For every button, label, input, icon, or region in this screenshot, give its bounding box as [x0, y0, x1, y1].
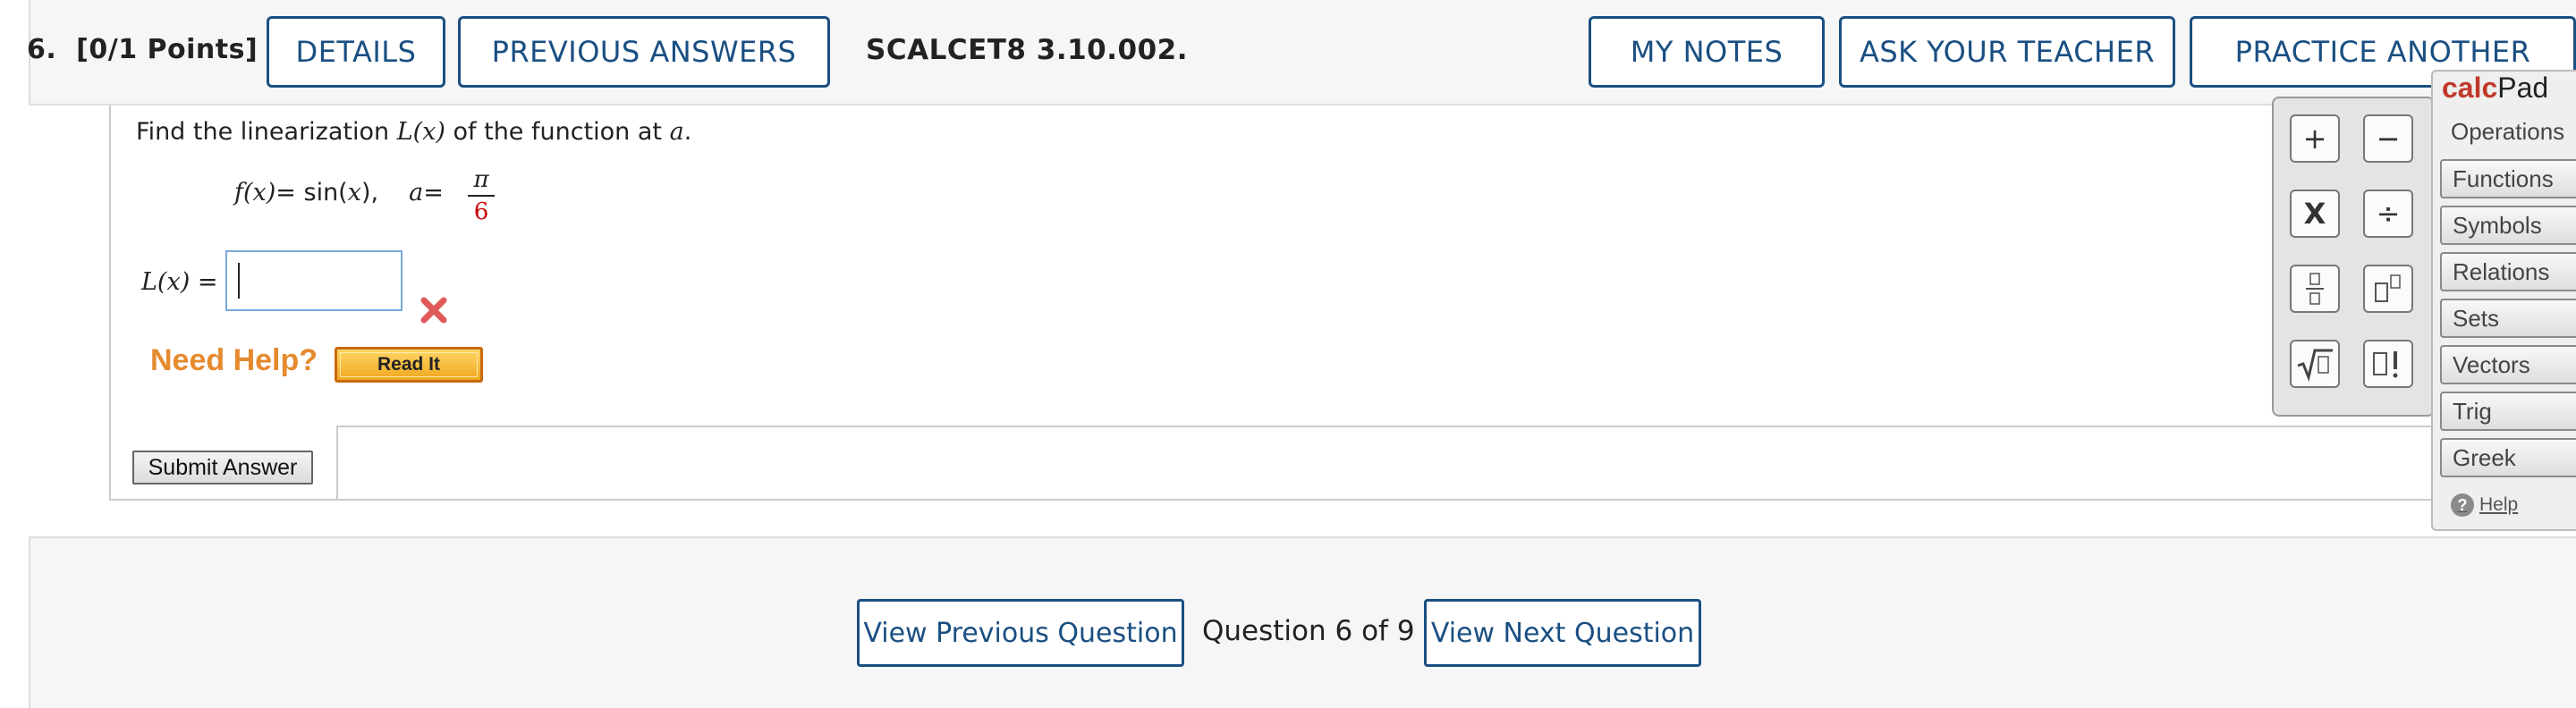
a-value-fraction: π 6 — [465, 166, 497, 225]
question-body — [109, 105, 2435, 501]
sqrt-icon — [2297, 349, 2333, 382]
sqrt-key[interactable] — [2290, 340, 2340, 388]
fraction-icon — [2306, 273, 2324, 305]
divider — [336, 426, 338, 501]
calcpad-help-link[interactable]: ? Help — [2451, 493, 2518, 517]
exponent-icon — [2375, 274, 2401, 302]
multiply-key[interactable]: X — [2290, 190, 2340, 238]
minus-key[interactable]: − — [2363, 114, 2413, 163]
answer-input[interactable] — [225, 250, 402, 311]
divide-key[interactable]: ÷ — [2363, 190, 2413, 238]
fraction-bar — [468, 195, 495, 197]
text-caret — [238, 263, 240, 299]
calcpad-tab-vectors[interactable]: Vectors — [2440, 345, 2576, 384]
submit-answer-button[interactable]: Submit Answer — [132, 451, 313, 485]
divider — [338, 426, 2485, 427]
factorial-key[interactable] — [2363, 340, 2413, 388]
calcpad-tab-greek[interactable]: Greek — [2440, 438, 2576, 477]
fraction-numerator: π — [473, 166, 489, 193]
calcpad-tab-functions[interactable]: Functions — [2440, 159, 2576, 198]
ask-teacher-button[interactable]: ASK YOUR TEACHER — [1839, 16, 2175, 88]
details-button[interactable]: DETAILS — [267, 16, 445, 88]
question-code: SCALCET8 3.10.002. — [866, 34, 1189, 66]
answer-label: L(x) = — [141, 268, 218, 296]
function-definition: f(x) = sin(x), a = — [234, 179, 444, 206]
points-label: [0/1 Points] — [76, 34, 258, 65]
factorial-icon — [2373, 351, 2398, 378]
calcpad-tab-relations[interactable]: Relations — [2440, 252, 2576, 291]
question-counter: Question 6 of 9 — [1202, 615, 1415, 647]
fraction-denominator: 6 — [473, 198, 489, 225]
view-previous-question-button[interactable]: View Previous Question — [857, 599, 1184, 667]
calcpad-tab-symbols[interactable]: Symbols — [2440, 206, 2576, 245]
question-prompt: Find the linearization L(x) of the funct… — [136, 118, 692, 146]
calcpad-tab-sets[interactable]: Sets — [2440, 299, 2576, 338]
read-it-button[interactable]: Read It — [335, 347, 483, 383]
calcpad-keypad: + − X ÷ — [2272, 97, 2435, 417]
view-next-question-button[interactable]: View Next Question — [1424, 599, 1701, 667]
incorrect-x-icon — [420, 297, 447, 324]
help-icon: ? — [2451, 493, 2474, 517]
plus-key[interactable]: + — [2290, 114, 2340, 163]
need-help-label: Need Help? — [150, 343, 318, 377]
calcpad-title: calcPad — [2442, 72, 2549, 104]
previous-answers-button[interactable]: PREVIOUS ANSWERS — [458, 16, 830, 88]
my-notes-button[interactable]: MY NOTES — [1589, 16, 1825, 88]
question-number: 6. [0/1 Points] — [27, 34, 258, 65]
fraction-key[interactable] — [2290, 265, 2340, 313]
exponent-key[interactable] — [2363, 265, 2413, 313]
calcpad-tab-trig[interactable]: Trig — [2440, 392, 2576, 431]
calcpad-operations-tab[interactable]: Operations — [2451, 118, 2564, 146]
